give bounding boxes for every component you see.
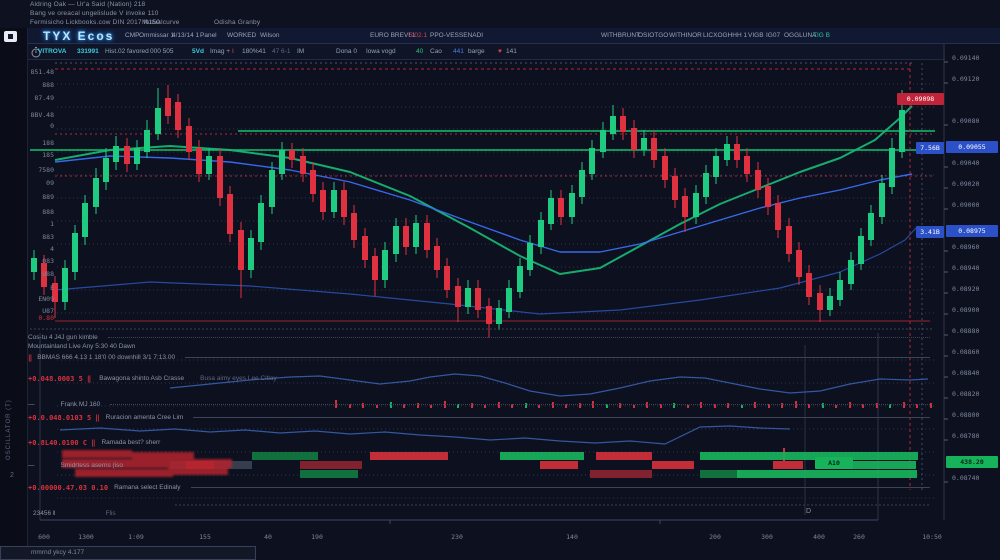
- indicator-row[interactable]: +0.00000.47.03 0.10 Ramana select Edinaly: [28, 483, 930, 492]
- left-axis-label: 09: [30, 179, 54, 187]
- indicator-label: Cos-tu 4 J4J gun kimble: [28, 334, 98, 341]
- left-axis-label: EN09: [30, 295, 54, 303]
- indicator-row[interactable]: +0.8L40.0100 C ‖ Ramada best? sherr: [28, 438, 930, 447]
- indicator-row[interactable]: Mountainland Live Any 5:30 40 Dawn: [28, 342, 930, 351]
- left-axis-label: U88: [30, 270, 54, 278]
- time-axis-label: 190: [300, 533, 334, 541]
- indicator-value: +0.0.048.0103 5 ‖: [28, 414, 100, 422]
- indicator-row[interactable]: Cos-tu 4 J4J gun kimble: [28, 333, 930, 342]
- price-tag-blue: 0.09055: [946, 141, 998, 153]
- indicator-label: Frank MJ 160: [61, 401, 101, 408]
- price-axis-label: 0.08900: [952, 306, 979, 314]
- price-axis-label: 0.08880: [952, 327, 979, 335]
- bottom-status-box: mmrnd ykcy 4.177: [0, 546, 256, 560]
- time-axis-label: 1:09: [119, 533, 153, 541]
- indicator-label: BBMAS 666 4.13 1 18'0 00 downhill 3/1 7:…: [37, 354, 175, 361]
- row-rule: [185, 357, 930, 358]
- left-axis-label: 888: [30, 81, 54, 89]
- price-axis-label: 0.09140: [952, 54, 979, 62]
- price-axis-label: 0.08840: [952, 369, 979, 377]
- indicator-value: +0.8L40.0100 C ‖: [28, 439, 95, 447]
- time-axis-label: 400: [802, 533, 836, 541]
- price-tag-red: 0.09098: [897, 93, 944, 105]
- indicator-label: Flis: [106, 510, 116, 517]
- price-axis-label: 0.08940: [952, 264, 979, 272]
- indicator-label: Busa aimy eyes Lee Citlay: [200, 375, 277, 382]
- price-axis-label: 0.08820: [952, 390, 979, 398]
- indicator-row[interactable]: +0.0.048.0103 5 ‖ Ruracion amenta Cree Li…: [28, 413, 930, 422]
- indicator-row[interactable]: ‖ BBMAS 666 4.13 1 18'0 00 downhill 3/1 7…: [28, 353, 930, 362]
- time-axis-label: 260: [842, 533, 876, 541]
- left-axis-label: 851.48: [30, 68, 54, 76]
- price-axis-label: 0.09080: [952, 117, 979, 125]
- row-rule: [193, 417, 930, 418]
- left-axis-label: 7580: [30, 166, 54, 174]
- left-axis-label: 888: [30, 208, 54, 216]
- price-axis-label: 0.08960: [952, 243, 979, 251]
- left-axis-label: E: [30, 284, 54, 292]
- indicator-value: ‖: [28, 354, 32, 362]
- indicator-label: Ramana select Edinaly: [114, 484, 180, 491]
- left-axis-label: 4: [30, 245, 54, 253]
- indicator-row[interactable]: — Frank MJ 160: [28, 400, 930, 409]
- indicator-label: Ruracion amenta Cree Lim: [106, 414, 184, 421]
- indicator-row[interactable]: 23456 ‖ Flis: [28, 509, 930, 518]
- left-axis-label: 0: [30, 122, 54, 130]
- price-tag-green: 438.20: [946, 456, 998, 468]
- time-axis-label: 155: [188, 533, 222, 541]
- countdown-marker: D: [806, 508, 811, 515]
- left-axis-label: 185: [30, 151, 54, 159]
- row-rule: [110, 404, 930, 405]
- left-axis-label: 883: [30, 233, 54, 241]
- time-axis-label: 1300: [69, 533, 103, 541]
- price-axis-label: 0.09020: [952, 180, 979, 188]
- indicator-label: —: [28, 462, 35, 469]
- row-rule: [108, 337, 930, 338]
- time-axis-label: 200: [698, 533, 732, 541]
- price-axis-label: 0.08780: [952, 432, 979, 440]
- indicator-row[interactable]: +0.048.0003 5 ‖ Bawagona shinto Asb Crass…: [28, 374, 930, 383]
- left-axis-label: 889: [30, 193, 54, 201]
- price-axis-label: 0.08920: [952, 285, 979, 293]
- chart-graphics: [0, 0, 1000, 560]
- left-axis-red-label: 0.80: [30, 314, 54, 322]
- trading-terminal: Aldring Oak — Ur'a Said (Nation) 218 Ban…: [0, 0, 1000, 560]
- time-axis-label: 600: [27, 533, 61, 541]
- indicator-label: Ramada best? sherr: [101, 439, 160, 446]
- indicator-label: Mountainland Live Any 5:30 40 Dawn: [28, 343, 135, 350]
- price-tag-blue: 0.08975: [946, 225, 998, 237]
- left-axis-label: 8BV.48: [30, 111, 54, 119]
- price-tag-blue: 3.41B: [916, 226, 944, 238]
- price-axis-label: 0.09120: [952, 75, 979, 83]
- indicator-label: Bawagona shinto Asb Crasse: [99, 375, 184, 382]
- time-axis-label: 230: [440, 533, 474, 541]
- left-axis-label: 188: [30, 139, 54, 147]
- price-axis-label: 0.08800: [952, 411, 979, 419]
- indicator-row[interactable]: — Smidrtess aserns (iso: [28, 461, 930, 470]
- indicator-value: +0.048.0003 5 ‖: [28, 375, 91, 383]
- row-rule: [191, 487, 930, 488]
- price-axis-label: 0.09040: [952, 159, 979, 167]
- time-axis-label: 10:50: [915, 533, 949, 541]
- price-axis-label: 0.08860: [952, 348, 979, 356]
- price-axis-label: 0.09000: [952, 201, 979, 209]
- indicator-label: 23456 ‖: [33, 510, 56, 517]
- price-axis-label: 0.08740: [952, 474, 979, 482]
- indicator-label: —: [28, 401, 35, 408]
- price-tag-blue: 7.56B: [916, 142, 944, 154]
- time-axis-label: 40: [251, 533, 285, 541]
- left-axis-label: 1: [30, 220, 54, 228]
- left-axis-label: 87.49: [30, 94, 54, 102]
- indicator-label: Smidrtess aserns (iso: [61, 462, 124, 469]
- time-axis-label: 300: [750, 533, 784, 541]
- indicator-value: +0.00000.47.03 0.10: [28, 484, 108, 492]
- left-axis-label: 083: [30, 257, 54, 265]
- time-axis-label: 140: [555, 533, 589, 541]
